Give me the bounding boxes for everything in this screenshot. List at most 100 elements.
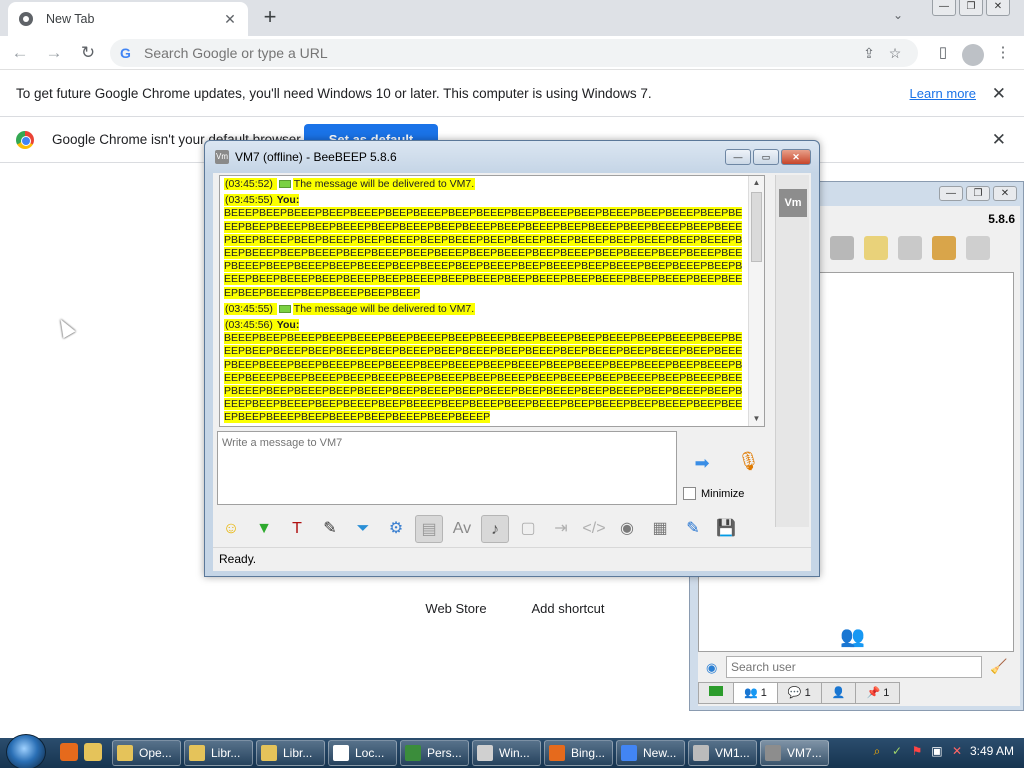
bee-main-close-button[interactable]: ✕ (993, 186, 1017, 201)
user-message-text: BEEEPBEEPBEEEPBEEPBEEEPBEEPBEEEPBEEPBEEE… (224, 332, 743, 424)
message-scrollbar[interactable]: ▲ ▼ (748, 176, 764, 426)
close-button[interactable]: ✕ (986, 0, 1010, 16)
shortcut-web-store[interactable]: Web Store (406, 601, 506, 616)
share-icon[interactable]: ⇪ (856, 45, 882, 62)
start-orb-icon[interactable] (6, 734, 46, 768)
restore-button[interactable]: ❐ (959, 0, 983, 16)
print-icon[interactable]: ▤ (415, 515, 443, 543)
taskbar-item[interactable]: Bing... (544, 740, 613, 766)
folder-icon[interactable]: ▦ (646, 515, 674, 543)
forward-icon[interactable]: → (40, 39, 68, 67)
chat-minimize-button[interactable]: — (725, 149, 751, 165)
taskbar-item[interactable]: Pers... (400, 740, 469, 766)
tab-shares[interactable]: 📌 1 (855, 682, 901, 704)
settings-icon[interactable]: ⚙ (382, 515, 410, 543)
taskbar-item[interactable]: Libr... (184, 740, 253, 766)
music-note-icon[interactable]: ♪ (481, 515, 509, 543)
mail-icon[interactable] (830, 236, 854, 260)
send-file-icon[interactable]: ⇥ (547, 515, 575, 543)
scroll-thumb[interactable] (751, 192, 762, 262)
chat-close-button[interactable]: ✕ (781, 149, 811, 165)
learn-more-link[interactable]: Learn more (910, 86, 976, 101)
update-icon[interactable] (932, 236, 956, 260)
taskbar-item[interactable]: New... (616, 740, 685, 766)
tab-search-icon[interactable]: ⌄ (893, 8, 903, 22)
palette-icon[interactable]: ✎ (316, 515, 344, 543)
network-tray-icon[interactable]: ▣ (930, 744, 944, 758)
screenshot-icon[interactable]: ◉ (613, 515, 641, 543)
spellcheck-icon[interactable]: Av (448, 515, 476, 543)
vm-window-icon: Vm (215, 150, 229, 164)
taskbar-item[interactable]: Ope... (112, 740, 181, 766)
microphone-icon[interactable]: 🎙 (737, 451, 760, 479)
edit-icon[interactable] (864, 236, 888, 260)
taskbar-item[interactable]: Win... (472, 740, 541, 766)
taskbar-item-label: Loc... (355, 746, 385, 760)
document-icon[interactable]: ▢ (514, 515, 542, 543)
save-icon[interactable]: 💾 (712, 515, 740, 543)
taskbar-item[interactable]: Loc... (328, 740, 397, 766)
infobar-close-icon[interactable]: ✕ (992, 84, 1006, 104)
search-user-input[interactable] (726, 656, 982, 678)
bee-main-restore-button[interactable]: ❐ (966, 186, 990, 201)
minimize-button[interactable]: — (932, 0, 956, 16)
profile-avatar[interactable] (962, 43, 984, 66)
firefox-icon[interactable] (60, 743, 78, 761)
tab-new-tab[interactable]: New Tab ✕ (8, 2, 248, 36)
omnibox[interactable]: G ⇪ ☆ (110, 39, 918, 67)
tab-chats[interactable] (698, 682, 734, 704)
defaultbar-close-icon[interactable]: ✕ (992, 130, 1006, 150)
scroll-down-icon[interactable]: ▼ (749, 412, 764, 426)
clear-search-icon[interactable]: 🧹 (990, 658, 1007, 675)
reload-icon[interactable]: ↻ (74, 39, 102, 67)
minimize-label: Minimize (701, 487, 745, 500)
taskbar-item[interactable]: VM7... (760, 740, 829, 766)
tab-network[interactable]: 👤 (820, 682, 857, 704)
side-panel-icon[interactable]: ▯ (930, 39, 956, 67)
message-input[interactable] (217, 431, 677, 505)
taskbar-app-icon (765, 745, 781, 761)
chat-toolbar: ☺ ▼ T ✎ ⏷ ⚙ ▤ Av ♪ ▢ ⇥ </> ◉ ▦ ✎ 💾 (217, 513, 759, 545)
scroll-up-icon[interactable]: ▲ (749, 176, 764, 190)
chat-window: Vm VM7 (offline) - BeeBEEP 5.8.6 — ▭ ✕ ▲… (204, 140, 820, 577)
tab-close-icon[interactable]: ✕ (222, 11, 238, 28)
font-color-icon[interactable]: ▼ (250, 515, 278, 543)
shortcut-add[interactable]: Add shortcut (518, 601, 618, 616)
trash-icon[interactable] (966, 236, 990, 260)
filter-icon[interactable]: ⏷ (349, 515, 377, 543)
checkbox-box[interactable] (683, 487, 696, 500)
code-icon[interactable]: </> (580, 515, 608, 543)
bookmark-star-icon[interactable]: ☆ (882, 45, 908, 62)
flag-tray-icon[interactable]: ⚑ (910, 744, 924, 758)
message-history[interactable]: ▲ ▼ (03:45:52) The message will be deliv… (219, 175, 765, 427)
taskbar-item[interactable]: Libr... (256, 740, 325, 766)
tools-icon[interactable] (898, 236, 922, 260)
chat-side-panel: Vm (775, 175, 809, 527)
taskbar-item[interactable]: VM1... (688, 740, 757, 766)
back-icon[interactable]: ← (6, 39, 34, 67)
taskbar-clock[interactable]: 3:49 AM (970, 744, 1014, 758)
chrome-window-controls: — ❐ ✕ (932, 0, 1010, 16)
chrome-tab-icon (19, 12, 33, 26)
vm-avatar[interactable]: Vm (779, 189, 807, 217)
menu-icon[interactable]: ⋮ (990, 39, 1016, 67)
volume-muted-icon[interactable]: ✕ (950, 744, 964, 758)
tab-users[interactable]: 👥 1 (733, 682, 778, 704)
bee-tray-icon[interactable]: ✓ (890, 744, 904, 758)
user-message: (03:45:55) You: BEEEPBEEPBEEEPBEEPBEEEPB… (224, 194, 744, 300)
minimize-checkbox[interactable]: Minimize (683, 487, 744, 500)
smiley-icon[interactable]: ☺ (217, 515, 245, 543)
font-icon[interactable]: T (283, 515, 311, 543)
chat-titlebar[interactable]: Vm VM7 (offline) - BeeBEEP 5.8.6 — ▭ ✕ (205, 141, 819, 173)
new-tab-button[interactable]: + (258, 6, 282, 30)
omnibox-input[interactable] (144, 45, 856, 61)
explorer-icon[interactable] (84, 743, 102, 761)
bee-main-minimize-button[interactable]: — (939, 186, 963, 201)
search-tray-icon[interactable]: ⌕ (870, 744, 884, 758)
tab-groups[interactable]: 💬 1 (776, 682, 822, 704)
mouse-cursor-icon (54, 315, 76, 339)
notes-icon[interactable]: ✎ (679, 515, 707, 543)
sender-name: You: (276, 194, 300, 207)
chat-maximize-button[interactable]: ▭ (753, 149, 779, 165)
send-message-icon[interactable]: ➡ (685, 453, 719, 477)
